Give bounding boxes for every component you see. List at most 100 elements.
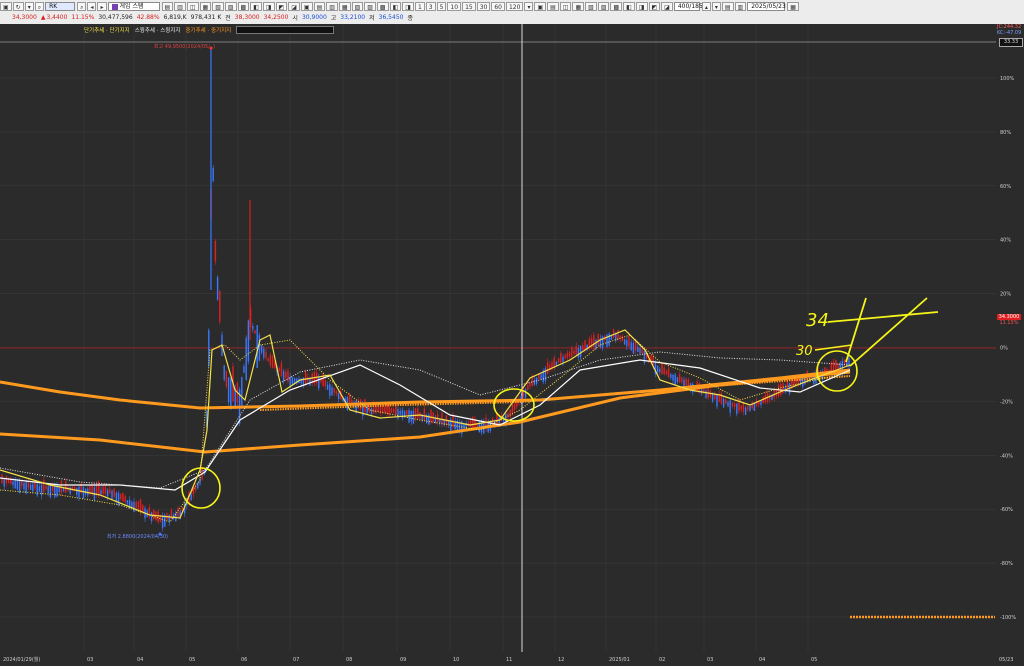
timeframe-10[interactable]: 10 [447,2,462,11]
dropdown-icon[interactable]: ▾ [24,2,34,11]
candle-body [282,371,285,382]
candle-body [247,320,250,362]
timeframe-60[interactable]: 60 [491,2,505,11]
candle-body [102,486,104,494]
tool-icon-1[interactable]: ▤ [161,2,174,11]
date-input[interactable]: 2025/05/23 [747,2,786,11]
candle-body [109,488,111,494]
candle-body [524,389,527,398]
tool-icon-17[interactable]: ▨ [364,2,376,11]
amount: 6,819,K [163,14,187,21]
candle-body [678,374,681,383]
candle-body [736,403,738,414]
candle-body [725,399,727,404]
candle-body [216,276,219,300]
tool-icon-14[interactable]: ▥ [326,2,338,11]
tool-icon-20[interactable]: ◨ [402,2,414,11]
code-input[interactable]: RK [45,2,76,11]
refresh-icon[interactable]: ↻ [12,2,24,11]
search-icon[interactable]: ⌕ [34,2,45,11]
candle-body [285,372,287,378]
tool-icon-16[interactable]: ▧ [351,2,364,11]
stock-name-field[interactable]: 게임 스탬 [107,2,160,11]
tool-icon-11[interactable]: ◪ [288,2,300,11]
high-label: 시 [292,15,298,22]
legend-short-trend[interactable]: 단기추세 · 단기지지 [84,26,130,34]
y-tick-label: 60% [1000,184,1011,190]
period-count-input[interactable]: 400/1859 [673,2,707,11]
low-price: 33,2100 [340,14,366,21]
candle-body [623,339,626,345]
y-tick-label: -60% [1000,507,1013,513]
tool-icon-3[interactable]: ◫ [186,2,199,11]
x-tick-label: 10 [453,657,459,663]
tool-icon-18[interactable]: ▩ [376,2,389,11]
candle-body [113,488,115,497]
timeframe-15[interactable]: 15 [462,2,476,11]
candle-body [630,342,632,351]
timeframe-3[interactable]: 3 [425,2,436,11]
code-search-icon[interactable]: ⌕ [77,2,87,11]
top-toolbar: ▣ ↻ ▾ ⌕ RK ⌕ ◂ ▸ 게임 스탬 ▤ ▥ ◫ ▦ ▧ ▨ ▩ ◧ ◨… [0,0,1024,25]
tool-icon-10[interactable]: ◩ [275,2,288,11]
tool-icon-21[interactable]: ▾ [524,2,534,11]
timeframe-1[interactable]: 1 [414,2,425,11]
tool-icon-30[interactable]: ◨ [635,2,648,11]
candle-body [753,403,756,411]
period-down-icon[interactable]: ▾ [711,2,721,11]
legend-input-box[interactable] [236,26,335,34]
tool-icon-7[interactable]: ▩ [237,2,250,11]
candle-body [511,404,514,415]
tool-icon-25[interactable]: ▦ [572,2,585,11]
next-stock-icon[interactable]: ▸ [97,2,107,11]
period-up-icon[interactable]: ▴ [701,2,711,11]
tool-icon-28[interactable]: ▩ [610,2,623,11]
tool-icon-19[interactable]: ◧ [389,2,402,11]
tool-icon-33[interactable]: ▤ [721,2,734,11]
tool-icon-2[interactable]: ▥ [174,2,186,11]
tool-icon-29[interactable]: ◧ [623,2,635,11]
candle-body [245,337,247,380]
legend-swing-trend[interactable]: 스윙추세 · 스윙지지 [135,26,181,34]
tool-icon-34[interactable]: ▥ [734,2,747,11]
candle-body [744,407,747,415]
candle-body [676,377,679,383]
tool-icon-13[interactable]: ▤ [313,2,326,11]
tool-icon-22[interactable]: ▣ [534,2,547,11]
candle-body [665,371,668,375]
tool-icon-8[interactable]: ◧ [250,2,262,11]
candle-body [190,494,192,501]
tool-icon-12[interactable]: ▣ [300,2,313,11]
tool-icon-5[interactable]: ▧ [212,2,224,11]
tool-icon-9[interactable]: ◨ [262,2,275,11]
y-tick-label: -100% [1000,615,1016,621]
tool-icon-31[interactable]: ◩ [648,2,661,11]
x-tick-label: 12 [558,657,564,663]
tool-icon-23[interactable]: ▤ [547,2,559,11]
candle-body [632,342,635,354]
timeframe-30[interactable]: 30 [476,2,491,11]
chart-area[interactable]: 100% 80% 60% 40% 20% 0% -20% -40% -60% -80% -100% … [0,24,1024,664]
calendar-icon[interactable]: ▦ [787,2,799,11]
tool-icon-32[interactable]: ◪ [661,2,673,11]
candle-body [177,507,179,518]
x-tick-label: 08 [346,657,352,663]
legend-mid-trend[interactable]: 중기추세 · 중기지지 [185,26,231,34]
candle-body [131,502,133,508]
tool-icon-27[interactable]: ▨ [597,2,610,11]
tool-icon-4[interactable]: ▦ [199,2,212,11]
tool-icon-6[interactable]: ▨ [224,2,237,11]
candle-body [106,489,109,497]
timeframe-120[interactable]: 120 [505,2,524,11]
timeframe-5[interactable]: 5 [436,2,447,11]
tool-icon-26[interactable]: ▧ [585,2,597,11]
lock-icon[interactable]: ▣ [0,2,12,11]
stock-badge-icon [111,3,118,10]
candle-body [139,499,142,513]
price-chart[interactable]: 100%80%60%40%20%0%-20%-40%-60%-80%-100% … [0,24,1024,664]
tool-icon-24[interactable]: ◫ [559,2,572,11]
tool-icon-15[interactable]: ▦ [338,2,351,11]
prev-stock-icon[interactable]: ◂ [87,2,97,11]
candle-body [3,478,5,487]
candle-body [740,405,742,410]
